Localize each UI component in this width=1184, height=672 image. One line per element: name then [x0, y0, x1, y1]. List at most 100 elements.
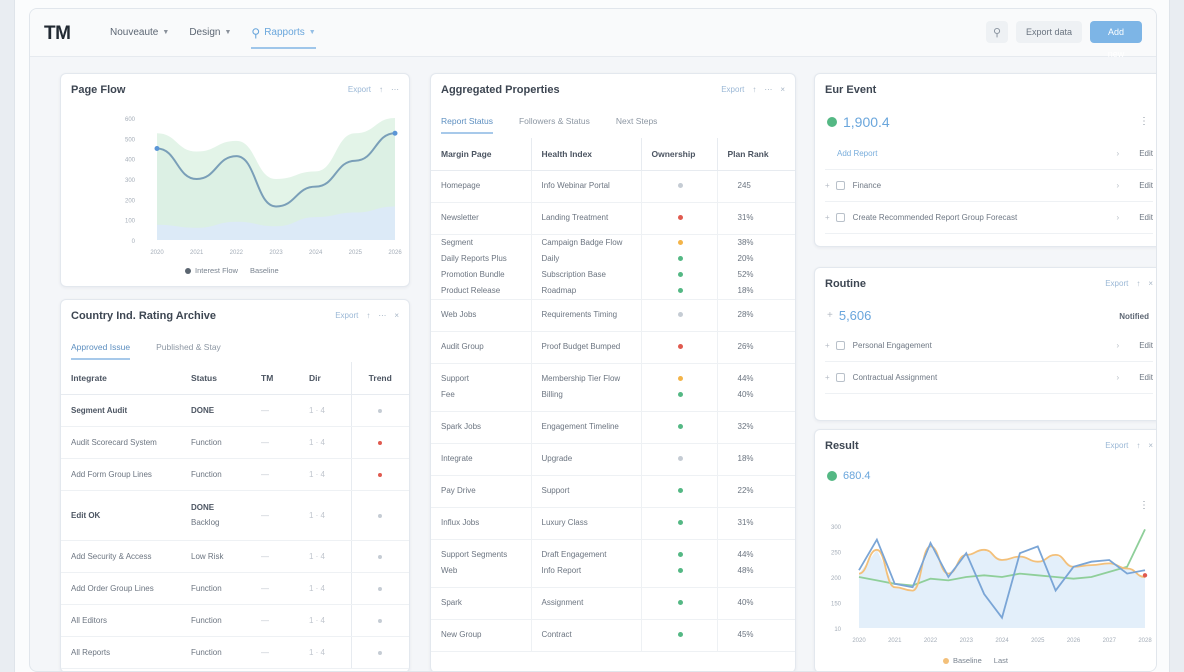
- share-icon[interactable]: ↑: [1136, 441, 1140, 450]
- cell-tm: —: [251, 490, 299, 541]
- column-header[interactable]: Dir: [299, 362, 352, 395]
- export-link[interactable]: Export: [1105, 279, 1128, 288]
- column-header[interactable]: Plan Rank: [717, 138, 795, 171]
- cell-dir: 1 · 4: [299, 458, 352, 491]
- tab-next-steps[interactable]: Next Steps: [616, 116, 658, 134]
- search-button[interactable]: ⚲: [985, 21, 1008, 43]
- cell-status: Function: [181, 636, 251, 669]
- row-action[interactable]: Edit: [1139, 373, 1153, 382]
- add-new-button[interactable]: Add new: [1090, 21, 1142, 59]
- cell-health: Requirements Timing: [531, 299, 642, 332]
- table-row[interactable]: Support Fee Membership Tier Flow Billing 44%…: [431, 363, 795, 412]
- table-row[interactable]: Segment Audit DONE —1 · 4: [61, 394, 409, 427]
- export-link[interactable]: Export: [348, 85, 371, 94]
- add-report-link[interactable]: Add Report: [837, 149, 1117, 158]
- cell-page: Influx Jobs: [431, 507, 532, 540]
- table-row[interactable]: Spark Assignment 40%: [431, 587, 795, 620]
- export-link[interactable]: Export: [721, 85, 744, 94]
- column-header[interactable]: TM: [251, 362, 299, 395]
- table-row[interactable]: Spark Jobs Engagement Timeline 32%: [431, 411, 795, 444]
- export-link[interactable]: Export: [335, 311, 358, 320]
- export-data-button[interactable]: Export data: [1015, 21, 1082, 43]
- status-dot: [677, 287, 683, 293]
- checkbox[interactable]: [835, 181, 845, 190]
- row-action[interactable]: Edit: [1139, 341, 1153, 350]
- cell-text: Info Report: [541, 566, 582, 575]
- share-icon[interactable]: ↑: [366, 311, 370, 320]
- more-icon[interactable]: ⋮: [1139, 116, 1149, 127]
- column-header[interactable]: Status: [181, 362, 251, 395]
- chevron-icon: ›: [1116, 149, 1120, 158]
- table-row[interactable]: All Editors Function —1 · 4: [61, 604, 409, 637]
- table-row[interactable]: Add Security & Access Low Risk —1 · 4: [61, 540, 409, 573]
- tab-followers-status[interactable]: Followers & Status: [519, 116, 590, 134]
- nav-item-rapports[interactable]: ⚲ Rapports ▼: [251, 9, 317, 57]
- table-row[interactable]: Support Segments Web Draft Engagement Info …: [431, 539, 795, 588]
- close-icon[interactable]: ×: [1148, 441, 1153, 450]
- table-row[interactable]: Web Jobs Requirements Timing 28%: [431, 299, 795, 332]
- close-icon[interactable]: ×: [394, 311, 399, 320]
- table-row[interactable]: Segment Daily Reports Plus Promotion Bundl…: [431, 234, 795, 300]
- cell-ownership: [641, 202, 718, 235]
- row-action[interactable]: Edit: [1139, 213, 1153, 222]
- table-row[interactable]: Pay Drive Support 22%: [431, 475, 795, 508]
- logo[interactable]: TM: [44, 23, 71, 45]
- column-header[interactable]: Margin Page: [431, 138, 532, 171]
- table-row[interactable]: Newsletter Landing Treatment 31%: [431, 202, 795, 235]
- cell-dir: 1 · 4: [299, 490, 352, 541]
- legend-item: Last: [994, 656, 1008, 665]
- list-item[interactable]: + Create Recommended Report Group Foreca…: [825, 202, 1153, 234]
- more-icon[interactable]: ⋯: [764, 85, 772, 94]
- more-icon[interactable]: ⋯: [378, 311, 386, 320]
- column-header[interactable]: Trend: [351, 362, 409, 395]
- cell-page: Spark Jobs: [431, 411, 532, 444]
- cell-status: DONE Backlog: [181, 490, 251, 541]
- tab-published-stay[interactable]: Published & Stay: [156, 342, 221, 360]
- table-row[interactable]: Edit OK DONE Backlog —1 · 4: [61, 490, 409, 541]
- table-row[interactable]: All Reports Function —1 · 4: [61, 636, 409, 669]
- list-item[interactable]: + Personal Engagement › Edit: [825, 330, 1153, 362]
- close-icon[interactable]: ×: [780, 85, 785, 94]
- column-header[interactable]: Ownership: [641, 138, 718, 171]
- nav-item-nouveaute[interactable]: Nouveaute ▼: [110, 9, 169, 57]
- cell-health: Membership Tier Flow Billing: [531, 363, 642, 412]
- column-header[interactable]: Health Index: [531, 138, 642, 171]
- card-title: Routine: [825, 278, 866, 290]
- nav-item-design[interactable]: Design ▼: [189, 9, 231, 57]
- checkbox[interactable]: [835, 373, 845, 382]
- chart-legend: Baseline Last: [943, 656, 1008, 665]
- table-row[interactable]: Audit Group Proof Budget Bumped 26%: [431, 331, 795, 364]
- table-row[interactable]: Add Order Group Lines Function —1 · 4: [61, 572, 409, 605]
- cell-status: Function: [181, 604, 251, 637]
- cell-ownership: [641, 475, 718, 508]
- row-action[interactable]: Edit: [1139, 149, 1153, 158]
- list-item[interactable]: Add Report › Edit: [825, 138, 1153, 170]
- share-icon[interactable]: ↑: [1136, 279, 1140, 288]
- cell-text: Upgrade: [541, 454, 573, 463]
- tab-report-status[interactable]: Report Status: [441, 116, 493, 134]
- table-row[interactable]: Audit Scorecard System Function —1 · 4: [61, 426, 409, 459]
- share-icon[interactable]: ↑: [379, 85, 383, 94]
- checkbox[interactable]: [835, 341, 845, 350]
- expand-icon: +: [825, 181, 830, 190]
- kpi-row: 680.4: [827, 470, 871, 482]
- more-icon[interactable]: ⋮: [1139, 500, 1149, 511]
- checkbox[interactable]: [835, 213, 845, 222]
- table-row[interactable]: Influx Jobs Luxury Class 31%: [431, 507, 795, 540]
- cell-text: 38%: [737, 237, 754, 247]
- close-icon[interactable]: ×: [1148, 279, 1153, 288]
- list-item[interactable]: + Contractual Assignment › Edit: [825, 362, 1153, 394]
- row-action[interactable]: Edit: [1139, 181, 1153, 190]
- export-link[interactable]: Export: [1105, 441, 1128, 450]
- cell-text: Product Release: [441, 285, 501, 295]
- table-row[interactable]: New Group Contract 45%: [431, 619, 795, 652]
- more-icon[interactable]: ⋯: [391, 85, 399, 94]
- cell-trend: [351, 490, 409, 541]
- share-icon[interactable]: ↑: [752, 85, 756, 94]
- list-item[interactable]: + Finance › Edit: [825, 170, 1153, 202]
- column-header[interactable]: Integrate: [61, 362, 181, 395]
- table-row[interactable]: Add Form Group Lines Function —1 · 4: [61, 458, 409, 491]
- table-row[interactable]: Homepage Info Webinar Portal 245: [431, 170, 795, 203]
- tab-approved-issue[interactable]: Approved Issue: [71, 342, 131, 360]
- table-row[interactable]: Integrate Upgrade 18%: [431, 443, 795, 476]
